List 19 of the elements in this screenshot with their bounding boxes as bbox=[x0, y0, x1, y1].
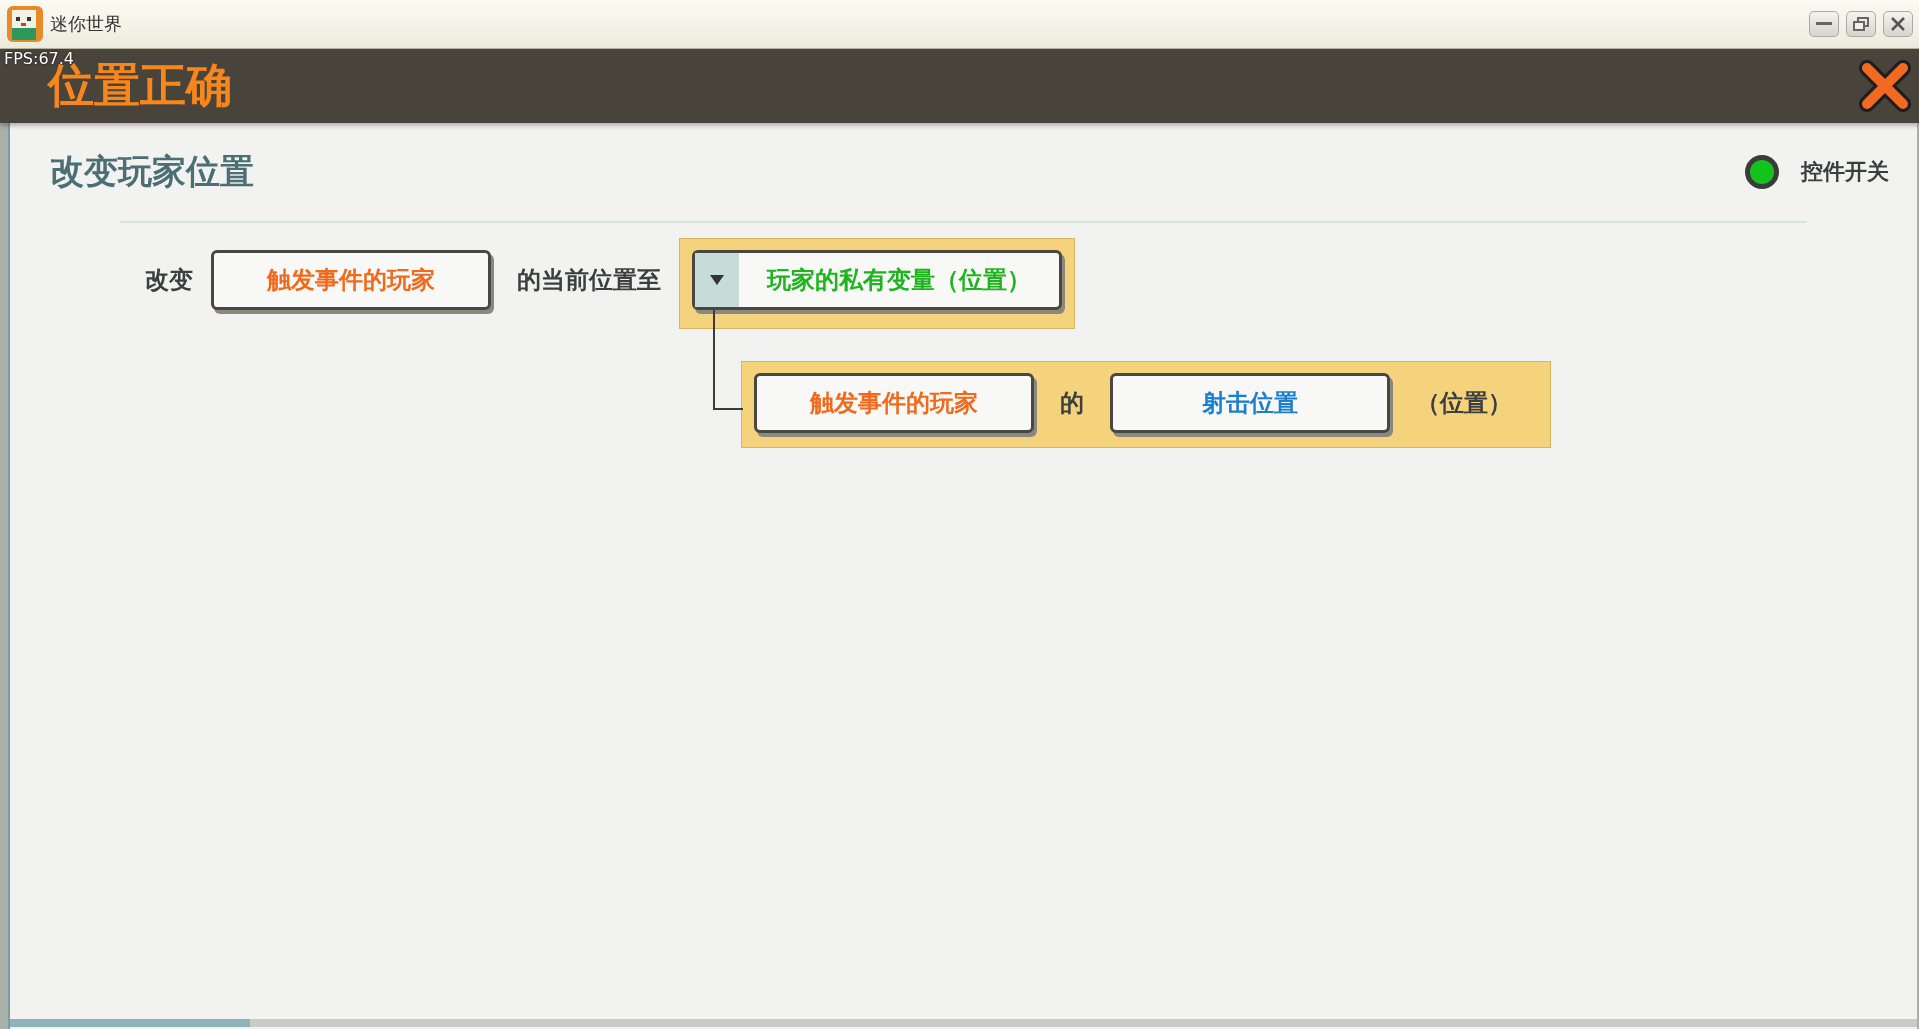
minimize-button[interactable] bbox=[1809, 11, 1839, 37]
restore-icon bbox=[1853, 17, 1869, 31]
trigger-title: 改变玩家位置 bbox=[50, 150, 255, 193]
close-button[interactable] bbox=[1883, 11, 1913, 37]
scrollbar-thumb[interactable] bbox=[10, 1019, 250, 1027]
close-icon bbox=[1891, 17, 1905, 31]
statement-text: 的当前位置至 bbox=[517, 265, 661, 296]
close-button[interactable] bbox=[1859, 60, 1911, 112]
toggle-switch[interactable] bbox=[1745, 155, 1779, 189]
statement-text: 的 bbox=[1060, 388, 1084, 419]
minimize-icon bbox=[1816, 22, 1832, 26]
toggle-label: 控件开关 bbox=[1801, 158, 1889, 186]
app-icon bbox=[6, 5, 44, 43]
caret-icon bbox=[710, 275, 724, 285]
close-icon bbox=[1859, 60, 1911, 112]
statement-text: （位置） bbox=[1416, 388, 1512, 419]
statement-text: 改变 bbox=[145, 265, 193, 296]
restore-button[interactable] bbox=[1846, 11, 1876, 37]
window-title: 迷你世界 bbox=[50, 12, 123, 36]
